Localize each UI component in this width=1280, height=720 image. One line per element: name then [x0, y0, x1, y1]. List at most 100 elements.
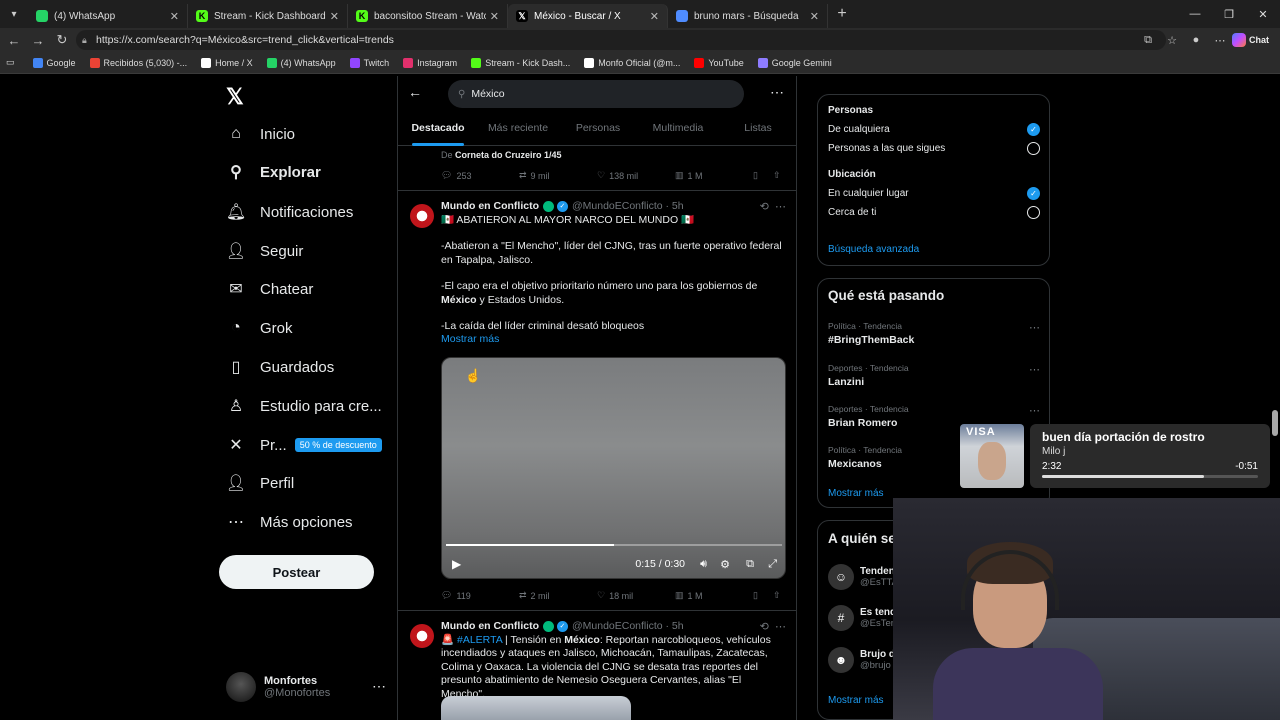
settings-icon[interactable]: ⚙	[720, 558, 730, 571]
who-show-more[interactable]: Mostrar más	[828, 695, 884, 706]
browser-tab[interactable]: (4) WhatsApp ✕	[28, 4, 188, 28]
like-button[interactable]: ♡ 18 mil	[597, 590, 633, 601]
apps-icon[interactable]: ▭	[6, 57, 15, 68]
nav-item-x-premium[interactable]: ✕ Pr... 50 % de descuento	[226, 431, 382, 459]
reply-button[interactable]: 💬︎ 253	[441, 170, 471, 181]
nav-item-mail[interactable]: ✉ Chatear	[226, 275, 313, 303]
hashtag-link[interactable]: #ALERTA	[457, 634, 502, 646]
filter-option[interactable]: De cualquiera ✓	[828, 123, 1040, 136]
share-icon[interactable]: ⇧	[773, 170, 781, 181]
radio-checked-icon[interactable]: ✓	[1027, 123, 1040, 136]
show-more-link[interactable]: Mostrar más	[441, 333, 786, 346]
search-tab[interactable]: Personas	[558, 116, 638, 145]
share-icon[interactable]: ⇧	[773, 590, 781, 601]
close-tab-icon[interactable]: ✕	[490, 10, 499, 23]
scrollbar-thumb[interactable]	[1272, 410, 1278, 436]
nav-item-creator[interactable]: ♙ Estudio para cre...	[226, 392, 382, 420]
profile-avatar-icon[interactable]: ●	[1184, 34, 1208, 46]
browser-tab[interactable]: Kbaconsitoo Stream - Watch Live on ✕	[348, 4, 508, 28]
pip-icon[interactable]: ⧉	[746, 558, 754, 571]
video-player[interactable]: ▶ 0:15 / 0:30 🔊︎ ⚙ ⧉ ⤢	[441, 357, 786, 579]
close-tab-icon[interactable]: ✕	[810, 10, 819, 23]
more-icon[interactable]: ⋯	[1029, 321, 1040, 334]
nav-item-bookmark[interactable]: ▯ Guardados	[226, 353, 335, 381]
more-icon[interactable]: ⋯	[1029, 404, 1040, 417]
bookmark-item[interactable]: Instagram	[403, 57, 457, 68]
search-tab[interactable]: Más reciente	[478, 116, 558, 145]
radio-checked-icon[interactable]: ✓	[1027, 187, 1040, 200]
trends-show-more[interactable]: Mostrar más	[828, 488, 884, 499]
chat-button[interactable]: Chat	[1232, 33, 1280, 47]
x-logo-icon[interactable]: 𝕏	[226, 84, 244, 110]
bookmark-item[interactable]: Stream - Kick Dash...	[471, 57, 570, 68]
more-icon[interactable]: ⋯	[775, 201, 786, 213]
close-window-button[interactable]: ✕	[1246, 0, 1280, 28]
nav-item-bell[interactable]: 🔔︎ Notificaciones	[226, 198, 354, 226]
avatar[interactable]: ◎	[410, 204, 434, 228]
browser-tab[interactable]: 𝕏 México - Buscar / X ✕	[508, 4, 668, 28]
play-icon[interactable]: ▶	[452, 557, 461, 571]
close-tab-icon[interactable]: ✕	[330, 10, 339, 23]
nav-item-more-circle[interactable]: ⋯ Más opciones	[226, 508, 353, 536]
nav-item-profile[interactable]: 👤︎ Perfil	[226, 469, 294, 497]
trend-item[interactable]: Deportes · Tendencia Lanzini ⋯	[828, 363, 1040, 388]
more-icon[interactable]: ⋯	[1029, 363, 1040, 376]
back-icon[interactable]: ←	[2, 28, 26, 52]
views-button[interactable]: ▥ 1 M	[675, 590, 703, 601]
search-tab[interactable]: Destacado	[398, 116, 478, 146]
browser-tab[interactable]: K Stream - Kick Dashboard ✕	[188, 4, 348, 28]
nav-item-home[interactable]: ⌂ Inicio	[226, 120, 295, 148]
avatar[interactable]: ◎	[410, 624, 434, 648]
post-button[interactable]: Postear	[219, 555, 374, 589]
bookmark-item[interactable]: YouTube	[694, 57, 744, 68]
filter-option[interactable]: Personas a las que sigues	[828, 142, 1040, 155]
filter-option[interactable]: En cualquier lugar ✓	[828, 187, 1040, 200]
bookmark-item[interactable]: Google Gemini	[757, 57, 832, 68]
nav-item-add-user[interactable]: 👤︎ Seguir	[226, 237, 304, 265]
bookmark-item[interactable]: Monfo Oficial (@m...	[584, 57, 680, 68]
author-name[interactable]: Mundo en Conflicto	[441, 200, 539, 212]
reply-button[interactable]: 💬︎ 119	[441, 590, 471, 601]
close-tab-icon[interactable]: ✕	[650, 10, 659, 23]
new-tab-button[interactable]: +	[828, 5, 856, 23]
tab-list-chevron-icon[interactable]: ▾	[0, 0, 28, 28]
search-tab[interactable]: Multimedia	[638, 116, 718, 145]
fullscreen-icon[interactable]: ⤢	[768, 558, 777, 571]
search-tab[interactable]: Listas	[718, 116, 796, 145]
bookmark-item[interactable]: Recibidos (5,030) -...	[89, 57, 187, 68]
back-arrow-icon[interactable]: ←	[408, 84, 422, 100]
close-tab-icon[interactable]: ✕	[170, 10, 179, 23]
radio-icon[interactable]	[1027, 206, 1040, 219]
repost-button[interactable]: ⇄ 2 mil	[519, 590, 550, 601]
bookmark-item[interactable]: (4) WhatsApp	[266, 57, 336, 68]
author-name[interactable]: Mundo en Conflicto	[441, 620, 539, 632]
bookmark-item[interactable]: Twitch	[349, 57, 389, 68]
bookmark-icon[interactable]: ▯	[753, 170, 758, 181]
tweet-image[interactable]	[441, 696, 631, 720]
account-switcher[interactable]: Monfortes @Monofortes ⋯	[226, 672, 386, 702]
favorites-icon[interactable]: ☆	[1160, 34, 1184, 47]
more-icon[interactable]: ⋯	[775, 621, 786, 633]
nav-item-grok[interactable]: ◔ Grok	[226, 314, 292, 342]
volume-icon[interactable]: 🔊︎	[700, 558, 707, 571]
follow-suggestion[interactable]: ☻ Brujo d @brujo	[828, 647, 895, 673]
follow-suggestion[interactable]: ☺ Tenden @EsTTA	[828, 564, 898, 590]
more-icon[interactable]: ⋯	[372, 678, 386, 695]
video-progress-bar[interactable]	[446, 544, 782, 546]
radio-icon[interactable]	[1027, 142, 1040, 155]
url-field[interactable]: 🔒︎ https://x.com/search?q=México&src=tre…	[76, 30, 1166, 50]
advanced-search-link[interactable]: Búsqueda avanzada	[828, 244, 919, 255]
maximize-button[interactable]: ❐	[1212, 0, 1246, 28]
trend-item[interactable]: Política · Tendencia #BringThemBack ⋯	[828, 321, 1040, 346]
search-more-icon[interactable]: ⋯	[770, 84, 784, 101]
follow-suggestion[interactable]: # Es tend @EsTen	[828, 605, 896, 631]
promo-badge[interactable]: 50 % de descuento	[294, 438, 382, 452]
search-input[interactable]: ⚲ México	[448, 80, 744, 108]
settings-menu-icon[interactable]: ⋯	[1208, 34, 1232, 47]
forward-icon[interactable]: →	[26, 28, 50, 52]
minimize-button[interactable]: —	[1178, 0, 1212, 28]
reload-icon[interactable]: ↻	[50, 28, 74, 52]
bookmark-icon[interactable]: ▯	[753, 590, 758, 601]
repost-button[interactable]: ⇄ 9 mil	[519, 170, 550, 181]
extensions-icon[interactable]: ⧉	[1136, 34, 1160, 47]
